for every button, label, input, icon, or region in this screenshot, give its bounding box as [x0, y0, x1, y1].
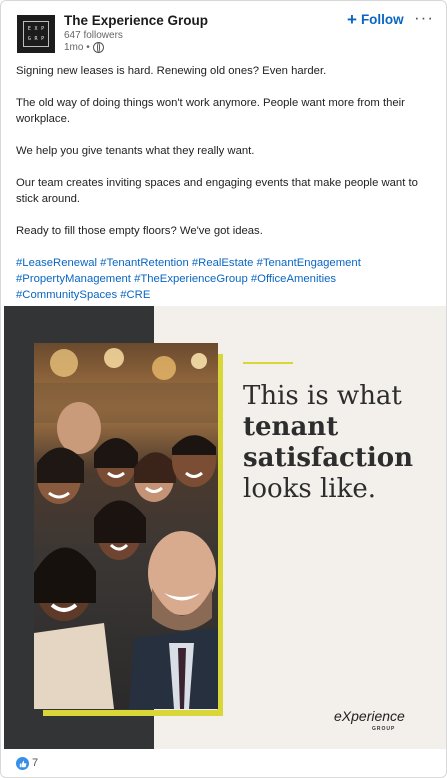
globe-icon	[92, 42, 104, 53]
logo-letter: G	[27, 36, 31, 42]
image-accent-line	[243, 362, 293, 364]
post-card: E X P G R P The Experience Group 647 fol…	[0, 0, 447, 778]
post-header: E X P G R P The Experience Group 647 fol…	[1, 1, 446, 61]
plus-icon: +	[347, 10, 357, 29]
logo-letter: E	[27, 26, 31, 32]
headline-line: satisfaction	[243, 443, 414, 473]
post-time-label: 1mo •	[64, 42, 90, 53]
company-name[interactable]: The Experience Group	[64, 13, 208, 28]
logo-letter: X	[34, 26, 38, 32]
thumbs-up-icon[interactable]	[16, 757, 29, 770]
hashtag-list: #LeaseRenewal #TenantRetention #RealEsta…	[16, 255, 434, 303]
post-paragraph: Signing new leases is hard. Renewing old…	[16, 65, 327, 77]
post-paragraph: Ready to fill those empty floors? We've …	[16, 225, 263, 237]
post-paragraph: Our team creates inviting spaces and eng…	[16, 177, 418, 205]
headline-line: looks like.	[243, 474, 377, 504]
hashtag-link[interactable]: #PropertyManagement	[16, 273, 131, 285]
group-selfie-photo	[34, 343, 218, 709]
brand-logo-sub: GROUP	[372, 726, 396, 732]
hashtag-link[interactable]: #TenantRetention	[100, 257, 189, 269]
logo-letter: P	[41, 36, 45, 42]
hashtag-link[interactable]: #RealEstate	[192, 257, 254, 269]
post-image[interactable]: This is what tenant satisfaction looks l…	[4, 306, 446, 749]
headline-line: This is what	[243, 381, 402, 411]
follow-button[interactable]: + Follow	[347, 11, 404, 28]
post-body: Signing new leases is hard. Renewing old…	[16, 63, 434, 303]
hashtag-link[interactable]: #CommunitySpaces	[16, 289, 117, 301]
hashtag-link[interactable]: #CRE	[120, 289, 150, 301]
hashtag-link[interactable]: #TheExperienceGroup	[134, 273, 248, 285]
thumbs-up-glyph	[19, 760, 26, 767]
brand-logo: eXperience	[334, 708, 405, 724]
reaction-count[interactable]: 7	[32, 757, 38, 769]
headline-line: tenant	[243, 412, 339, 442]
logo-mark: E X P G R P	[23, 21, 49, 47]
social-counts: 7	[1, 750, 446, 777]
logo-letter: R	[34, 36, 38, 42]
photo-illustration	[34, 348, 218, 709]
hashtag-link[interactable]: #OfficeAmenities	[251, 273, 336, 285]
hashtag-link[interactable]: #TenantEngagement	[257, 257, 361, 269]
logo-letter: P	[41, 26, 45, 32]
post-paragraph: We help you give tenants what they reall…	[16, 145, 255, 157]
post-time: 1mo •	[64, 42, 104, 53]
ellipsis-icon[interactable]: ···	[414, 8, 434, 28]
follower-count: 647 followers	[64, 30, 123, 41]
post-paragraph: The old way of doing things won't work a…	[16, 97, 405, 125]
image-headline: This is what tenant satisfaction looks l…	[243, 381, 443, 505]
follow-label: Follow	[360, 12, 404, 27]
hashtag-link[interactable]: #LeaseRenewal	[16, 257, 97, 269]
company-logo[interactable]: E X P G R P	[17, 15, 55, 53]
